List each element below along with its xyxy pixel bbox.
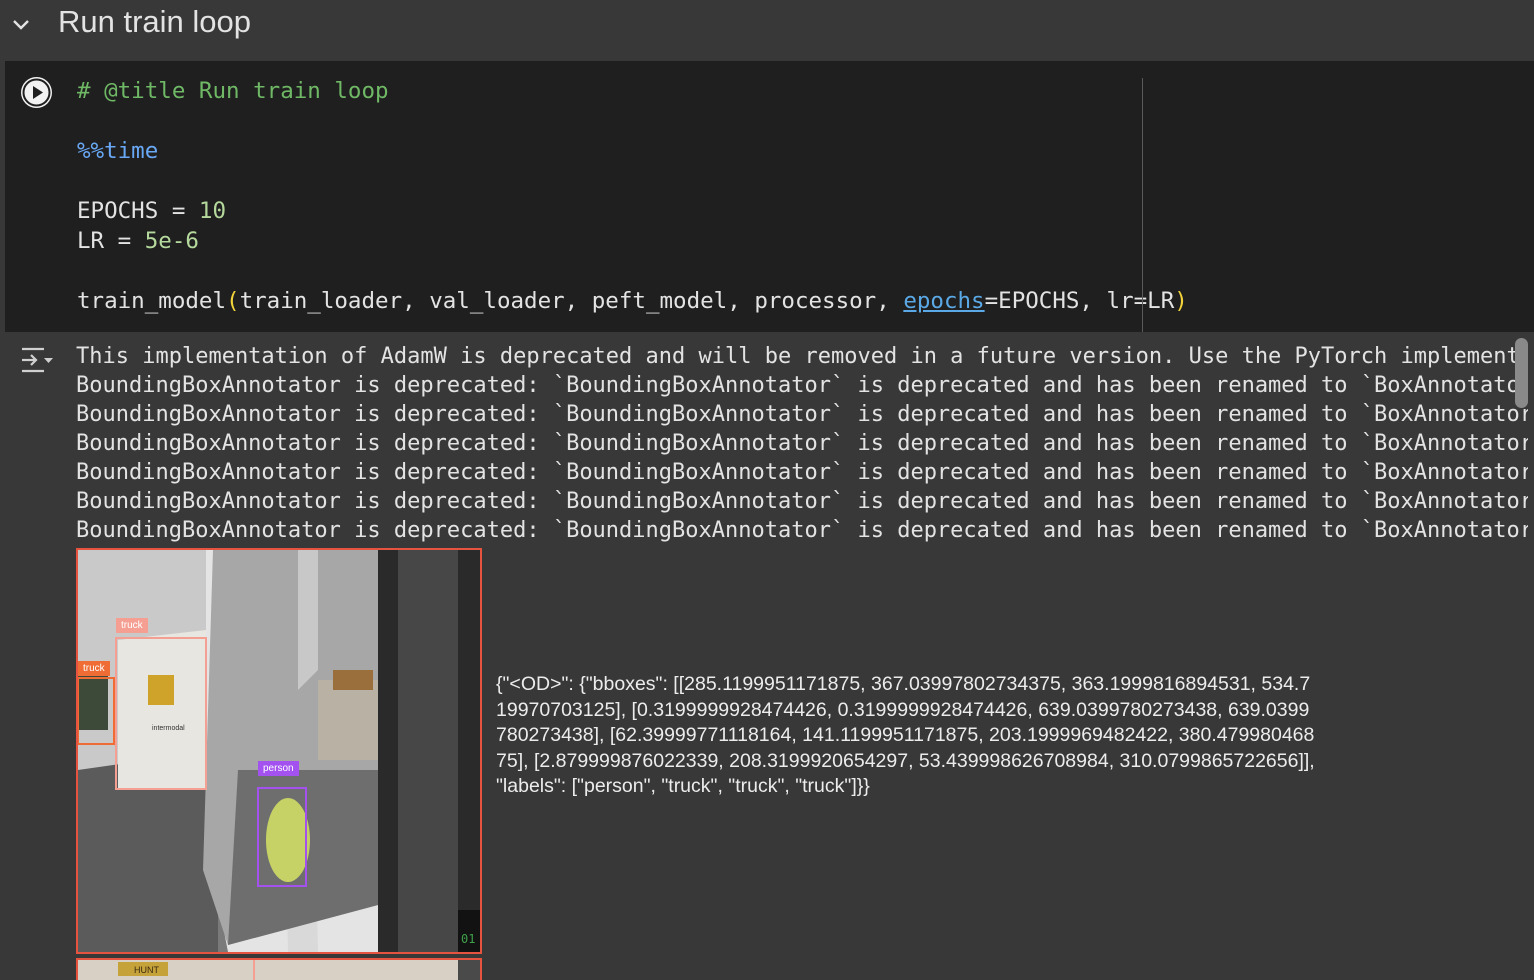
code-epochs-line[interactable]: EPOCHS = 10 bbox=[77, 196, 226, 226]
output-line: This implementation of AdamW is deprecat… bbox=[76, 344, 1528, 369]
output-line: BoundingBoxAnnotator is deprecated: `Bou… bbox=[76, 402, 1528, 427]
detection-image: intermodal 01 truck truck person bbox=[76, 548, 482, 954]
lr-value: 5e-6 bbox=[144, 228, 199, 254]
output-line: BoundingBoxAnnotator is deprecated: `Bou… bbox=[76, 431, 1528, 456]
code-call-line[interactable]: train_model(train_loader, val_loader, pe… bbox=[77, 286, 1188, 316]
detection-label: truck bbox=[78, 661, 110, 676]
code-comment[interactable]: # @title Run train loop bbox=[77, 76, 389, 106]
output-line: BoundingBoxAnnotator is deprecated: `Bou… bbox=[76, 489, 1528, 514]
detection-json-output: {"<OD>": {"bboxes": [[285.1199951171875,… bbox=[496, 673, 1315, 797]
next-detection-image: HUNT bbox=[76, 958, 482, 980]
call-rest: =EPOCHS, lr=LR bbox=[984, 288, 1175, 314]
line-length-ruler bbox=[1142, 78, 1143, 332]
var-epochs: EPOCHS bbox=[77, 198, 159, 224]
output-line: BoundingBoxAnnotator is deprecated: `Bou… bbox=[76, 518, 1528, 543]
chevron-down-icon[interactable] bbox=[10, 14, 32, 36]
equals-op: = bbox=[158, 198, 199, 224]
kw-epochs[interactable]: epochs bbox=[903, 288, 984, 314]
output-line: BoundingBoxAnnotator is deprecated: `Bou… bbox=[76, 460, 1528, 485]
call-args: train_loader, val_loader, peft_model, pr… bbox=[239, 288, 904, 314]
close-paren: ) bbox=[1174, 288, 1188, 314]
detection-label: person bbox=[258, 761, 299, 776]
output-scrollbar[interactable] bbox=[1515, 338, 1528, 408]
equals-op: = bbox=[104, 228, 145, 254]
svg-text:HUNT: HUNT bbox=[134, 965, 159, 975]
section-header: Run train loop bbox=[0, 0, 1534, 52]
open-paren: ( bbox=[226, 288, 240, 314]
output-toggle-icon[interactable] bbox=[20, 345, 54, 375]
section-title: Run train loop bbox=[58, 4, 252, 39]
epochs-value: 10 bbox=[198, 198, 227, 224]
var-lr: LR bbox=[77, 228, 105, 254]
svg-text:intermodal: intermodal bbox=[152, 725, 185, 732]
code-magic[interactable]: %%time bbox=[77, 136, 158, 166]
output-line: BoundingBoxAnnotator is deprecated: `Bou… bbox=[76, 373, 1528, 398]
next-image-preview: HUNT bbox=[78, 960, 480, 980]
detection-label: truck bbox=[116, 618, 148, 633]
svg-text:01: 01 bbox=[461, 932, 475, 946]
truck-mirror-scene: intermodal 01 bbox=[78, 550, 480, 952]
play-icon bbox=[22, 78, 51, 107]
output-area[interactable]: This implementation of AdamW is deprecat… bbox=[76, 342, 1528, 548]
code-lr-line[interactable]: LR = 5e-6 bbox=[77, 226, 199, 256]
call-func: train_model bbox=[77, 288, 227, 314]
run-cell-button[interactable] bbox=[21, 77, 52, 108]
